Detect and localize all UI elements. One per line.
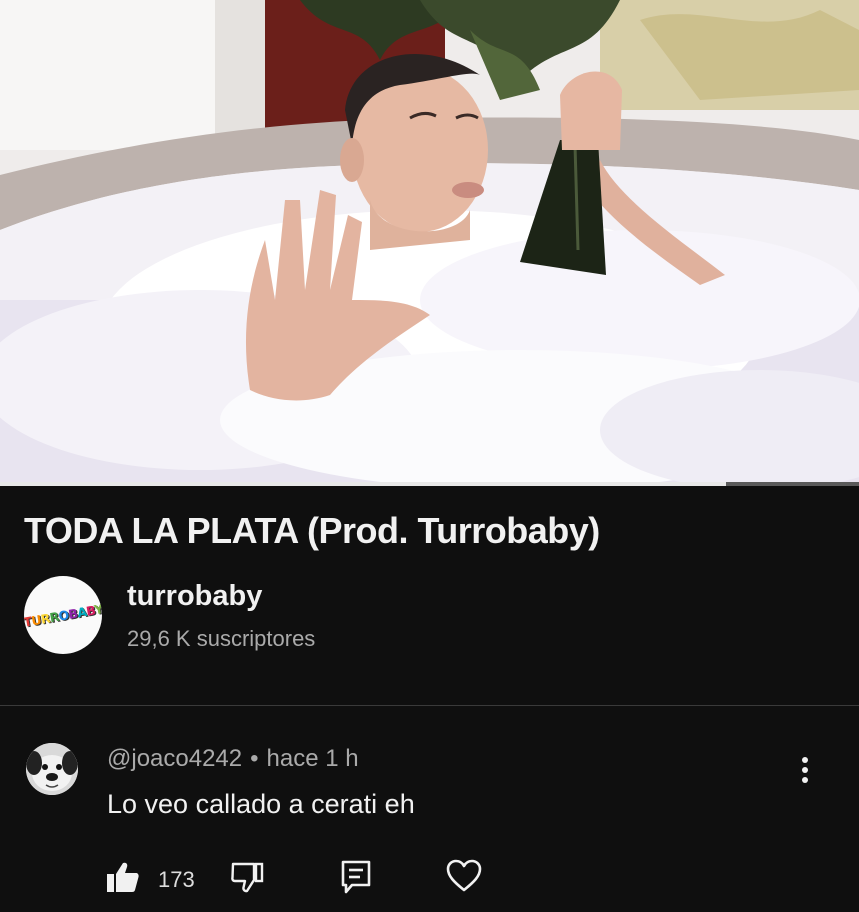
reply-comment-icon <box>341 860 371 894</box>
comment-time: hace 1 h <box>266 745 359 772</box>
channel-row[interactable]: TURROBABY turrobaby 29,6 K suscriptores <box>24 576 624 656</box>
dislike-button[interactable] <box>230 861 264 893</box>
channel-logo: TURROBABY <box>24 601 102 630</box>
reply-button[interactable] <box>340 859 372 895</box>
video-progress-fill <box>0 482 726 486</box>
section-divider <box>0 705 859 706</box>
channel-name[interactable]: turrobaby <box>127 580 262 613</box>
channel-logo-letter: Y <box>92 600 102 617</box>
comment-text: Lo veo callado a cerati eh <box>107 789 415 819</box>
heart-icon <box>446 859 482 892</box>
video-progress-bar[interactable] <box>0 482 859 486</box>
meta-separator: • <box>250 745 259 772</box>
comment-avatar[interactable] <box>26 743 78 795</box>
heart-button[interactable] <box>446 859 482 893</box>
more-vert-icon <box>802 757 808 783</box>
thumbs-up-icon <box>107 862 139 892</box>
channel-avatar[interactable]: TURROBABY <box>24 576 102 654</box>
like-button[interactable] <box>106 861 140 893</box>
comment-author[interactable]: @joaco4242 <box>107 745 242 772</box>
subscriber-count: 29,6 K suscriptores <box>127 626 316 651</box>
video-thumbnail[interactable] <box>0 0 859 482</box>
like-count: 173 <box>158 867 195 892</box>
comment-actions: 173 <box>0 855 859 905</box>
video-watch-page: TODA LA PLATA (Prod. Turrobaby) TURROBAB… <box>0 0 859 912</box>
dog-avatar-image <box>26 743 78 795</box>
comment-meta: @joaco4242 • hace 1 h <box>107 745 359 773</box>
thumbs-down-icon <box>231 862 264 893</box>
video-title: TODA LA PLATA (Prod. Turrobaby) <box>24 510 600 551</box>
video-frame-illustration <box>0 0 859 482</box>
comment-more-button[interactable] <box>790 752 820 788</box>
